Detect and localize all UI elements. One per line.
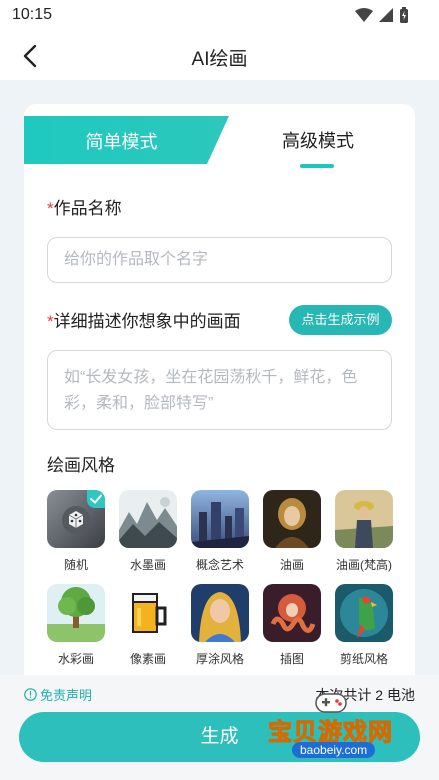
style-name: 插图 [279,652,304,666]
style-name: 水墨画 [129,558,166,572]
selected-check-icon [87,490,105,508]
style-thumb-illustration [263,584,321,642]
creation-card: 简单模式 高级模式 *作品名称 给你的作品取个名字 *详细描述你想象中的画面 点… [24,104,415,704]
van-gogh-image [335,490,393,548]
style-item-random[interactable]: 随机 [47,490,105,573]
style-thumb-concept-art [191,490,249,548]
style-item-concept-art[interactable]: 概念艺术 [191,490,249,573]
style-name: 剪纸风格 [339,652,388,666]
tab-active-indicator [300,164,334,168]
style-item-pixel[interactable]: 像素画 [119,584,177,667]
style-item-thick-paint[interactable]: 厚涂风格 [191,584,249,667]
style-name: 厚涂风格 [195,652,244,666]
generate-example-button[interactable]: 点击生成示例 [289,305,392,335]
name-placeholder: 给你的作品取个名字 [64,251,209,268]
style-name: 油画(梵高) [336,558,392,572]
signal-icon [379,8,393,22]
desc-placeholder: 如“长发女孩，坐在花园荡秋千，鲜花，色彩，柔和，脸部特写” [64,369,358,412]
desc-label-row: *详细描述你想象中的画面 [47,307,241,332]
style-thumb-ink-wash [119,490,177,548]
disclaimer-link[interactable]: 免责声明 [24,685,92,704]
style-item-illustration[interactable]: 插图 [263,584,321,667]
wifi-icon [355,8,373,22]
style-thumb-pixel [119,584,177,642]
page-title: AI绘画 [191,49,248,70]
style-thumb-oil-van-gogh [335,490,393,548]
style-name: 水彩画 [57,652,94,666]
style-item-oil-van-gogh[interactable]: 油画(梵高) [335,490,393,573]
name-label: 作品名称 [53,199,122,218]
ink-wash-image [119,490,177,548]
desc-label: 详细描述你想象中的画面 [53,312,241,331]
style-thumb-thick-paint [191,584,249,642]
description-input[interactable]: 如“长发女孩，坐在花园荡秋千，鲜花，色彩，柔和，脸部特写” [47,350,392,430]
style-name: 像素画 [129,652,166,666]
style-thumb-watercolor [47,584,105,642]
tab-simple-label: 简单模式 [85,132,158,152]
style-name: 概念艺术 [195,558,244,572]
style-name: 油画 [279,558,304,572]
battery-icon [400,7,408,23]
style-item-oil[interactable]: 油画 [263,490,321,573]
style-thumb-oil [263,490,321,548]
status-icons [355,7,409,23]
illustration-image [263,584,321,642]
style-item-watercolor[interactable]: 水彩画 [47,584,105,667]
status-bar: 10:15 [0,0,439,30]
oil-painting-image [263,490,321,548]
pixel-beer-image [119,584,177,642]
info-icon [24,688,37,701]
style-thumb-random [47,490,105,548]
style-item-paper-cut[interactable]: 剪纸风格 [335,584,393,667]
style-name: 随机 [63,558,88,572]
status-time: 10:15 [12,6,53,23]
paper-cut-parrot-image [335,584,393,642]
required-mark: * [47,312,54,331]
watercolor-image [47,584,105,642]
required-mark: * [47,199,54,218]
nav-bar: AI绘画 [0,30,439,80]
style-heading: 绘画风格 [47,456,115,475]
name-label-row: *作品名称 [47,194,122,219]
tab-simple-mode[interactable]: 简单模式 [24,116,229,164]
style-item-ink-wash[interactable]: 水墨画 [119,490,177,573]
thick-paint-image [191,584,249,642]
disclaimer-label: 免责声明 [40,688,93,703]
name-input[interactable]: 给你的作品取个名字 [47,237,392,283]
tab-advanced-mode[interactable]: 高级模式 [256,127,380,153]
watermark: 宝贝游戏网 baobeiy.com [268,690,428,770]
watermark-url: baobeiy.com [292,742,376,758]
style-thumb-paper-cut [335,584,393,642]
mode-tabs: 简单模式 高级模式 [24,104,415,168]
concept-art-image [191,490,249,548]
